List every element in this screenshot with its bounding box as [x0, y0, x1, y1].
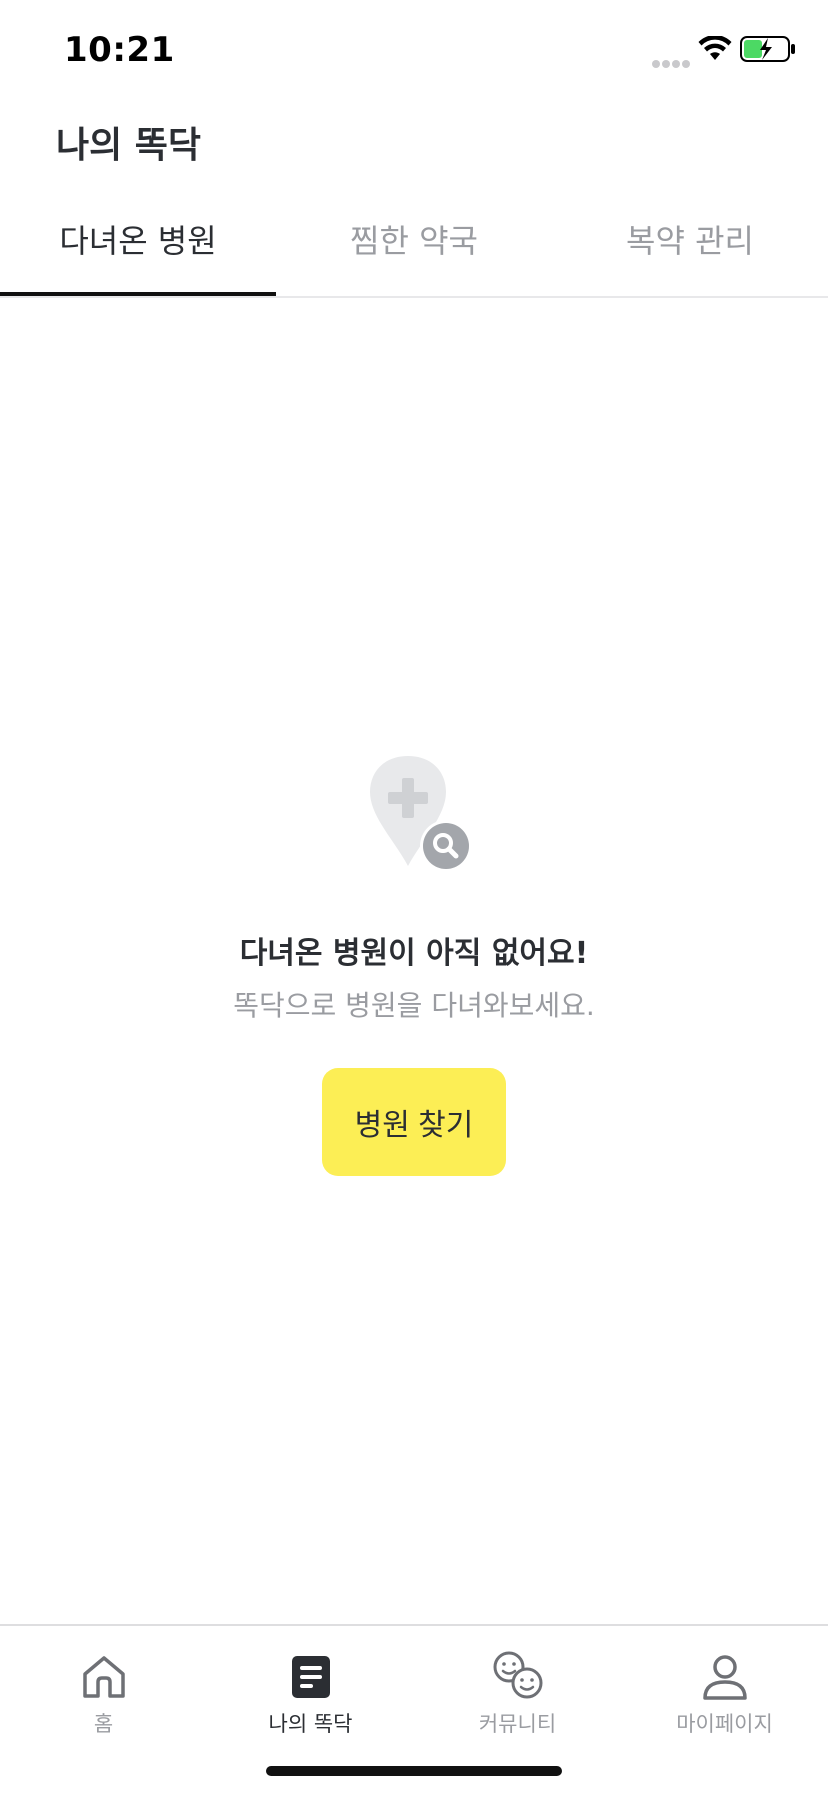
wifi-icon [698, 36, 732, 60]
nav-community[interactable]: 커뮤니티 [414, 1638, 621, 1738]
empty-state-title: 다녀온 병원이 아직 없어요! [239, 936, 589, 971]
page-title: 나의 똑닥 [56, 125, 202, 166]
active-tab-indicator [0, 292, 276, 296]
tab-bar: 다녀온 병원 찜한 약국 복약 관리 [0, 196, 828, 298]
find-hospital-button[interactable]: 병원 찾기 [322, 1068, 506, 1176]
community-icon [493, 1651, 542, 1699]
nav-mypage-label: 마이페이지 [676, 1712, 773, 1736]
nav-my-ddocdoc[interactable]: 나의 똑닥 [207, 1638, 414, 1738]
tab-visited-hospitals[interactable]: 다녀온 병원 [0, 216, 276, 262]
nav-home[interactable]: 홈 [0, 1638, 207, 1738]
nav-home-label: 홈 [93, 1712, 114, 1736]
empty-state-subtitle: 똑닥으로 병원을 다녀와보세요. [233, 989, 595, 1022]
nav-community-label: 커뮤니티 [478, 1712, 557, 1736]
document-icon [291, 1656, 330, 1698]
home-indicator[interactable] [266, 1766, 562, 1776]
home-icon [82, 1656, 125, 1698]
nav-mypage[interactable]: 마이페이지 [621, 1638, 828, 1738]
person-icon [702, 1655, 747, 1700]
tab-medication[interactable]: 복약 관리 [552, 216, 828, 262]
hospital-search-icon [370, 756, 472, 872]
status-bar: 10:21 [0, 0, 828, 100]
cellular-signal-icon [652, 53, 692, 72]
status-time: 10:21 [64, 30, 175, 70]
tab-saved-pharmacies[interactable]: 찜한 약국 [276, 216, 552, 262]
nav-my-ddocdoc-label: 나의 똑닥 [268, 1712, 353, 1736]
battery-charging-icon [740, 36, 795, 62]
